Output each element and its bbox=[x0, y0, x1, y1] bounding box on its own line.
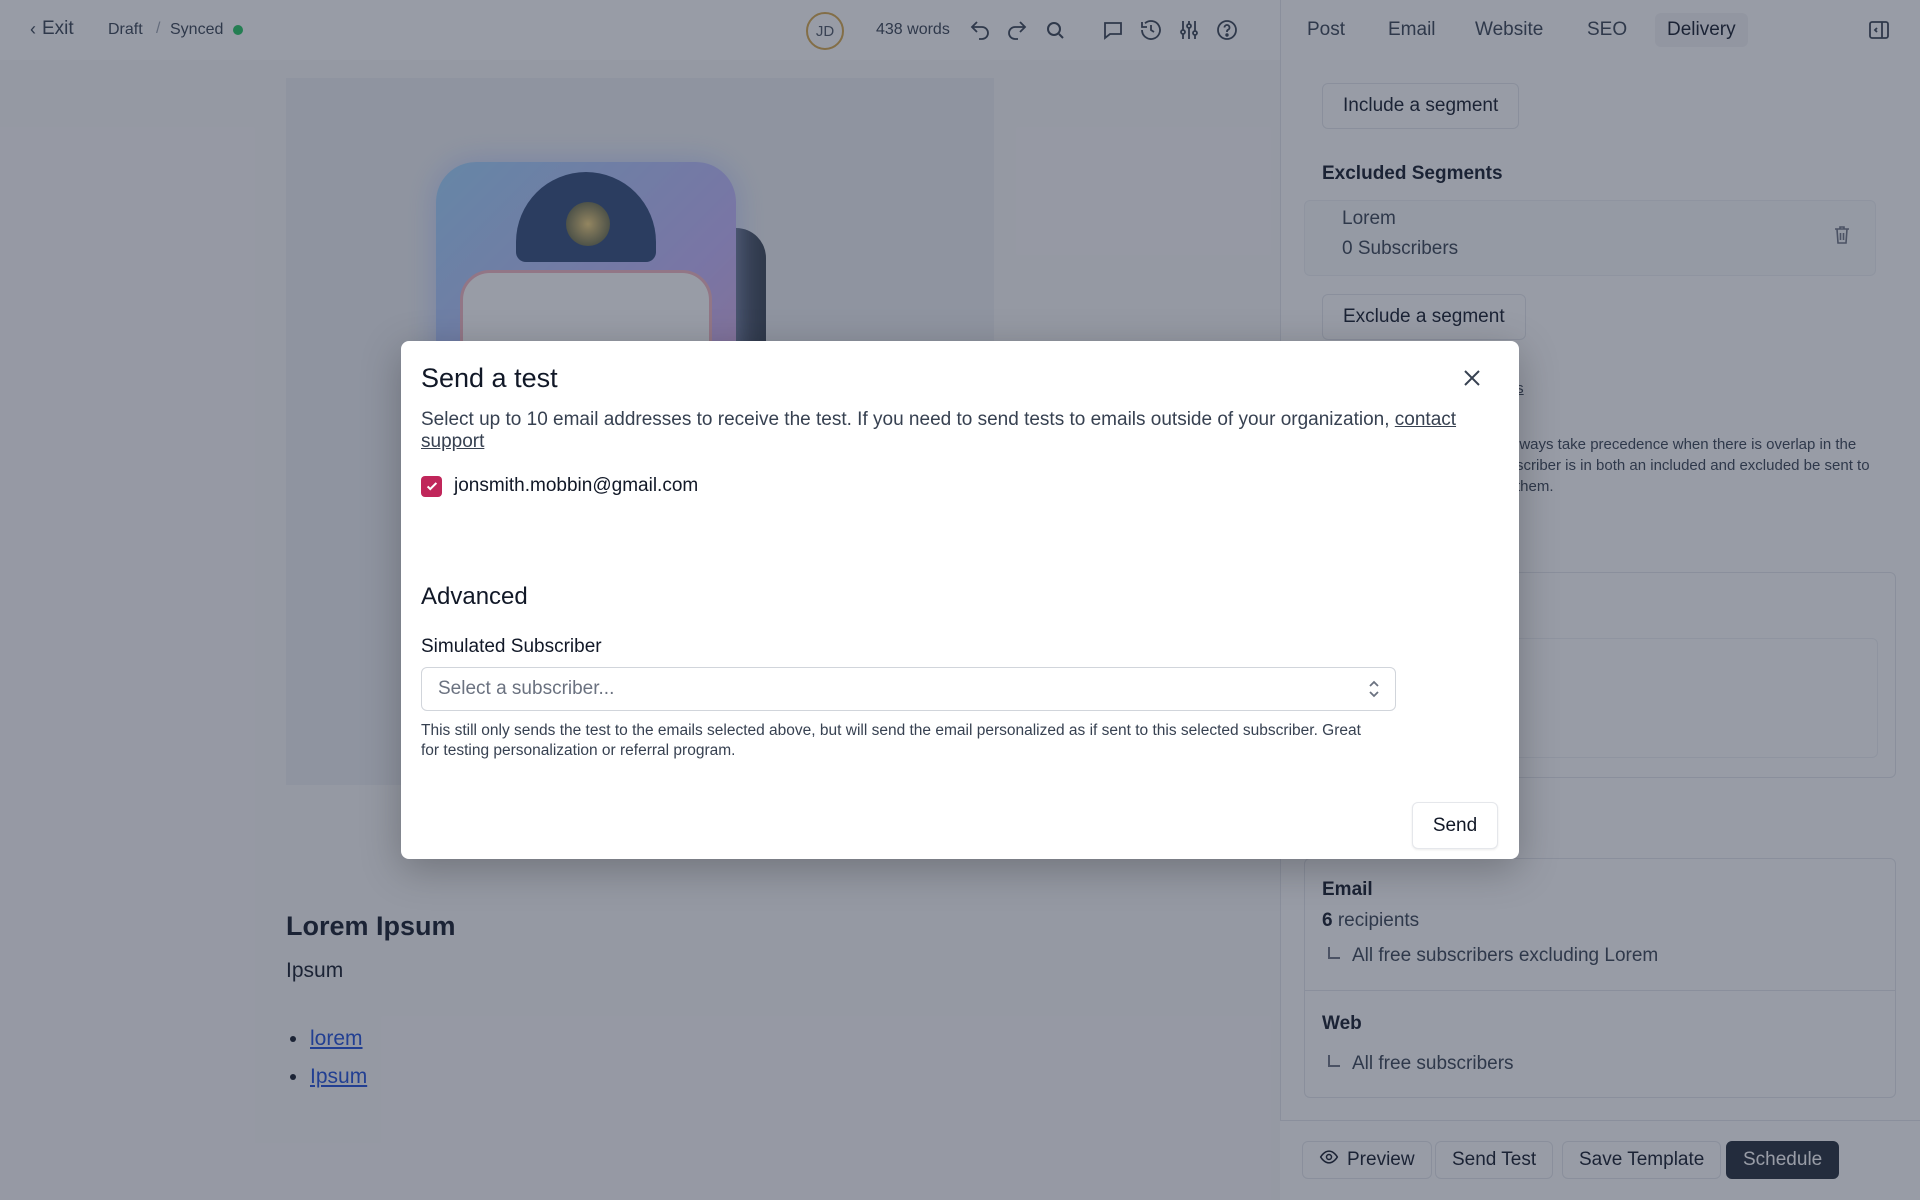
simulated-subscriber-label: Simulated Subscriber bbox=[421, 636, 602, 657]
check-icon bbox=[426, 482, 437, 491]
email-option-label: jonsmith.mobbin@gmail.com bbox=[454, 475, 699, 496]
advanced-heading: Advanced bbox=[421, 583, 528, 610]
send-button[interactable]: Send bbox=[1412, 802, 1498, 849]
simulated-help-text: This still only sends the test to the em… bbox=[421, 722, 1361, 759]
close-icon[interactable] bbox=[1462, 368, 1482, 388]
email-checkbox[interactable] bbox=[421, 475, 442, 497]
dialog-description: Select up to 10 email addresses to recei… bbox=[421, 409, 1519, 453]
subscriber-select[interactable]: Select a subscriber... bbox=[421, 667, 1396, 711]
dialog-title: Send a test bbox=[421, 363, 558, 393]
send-test-dialog: Send a test Select up to 10 email addres… bbox=[401, 341, 1519, 859]
chevron-updown-icon bbox=[1367, 678, 1381, 700]
subscriber-select-placeholder: Select a subscriber... bbox=[438, 678, 615, 699]
email-option-row[interactable]: jonsmith.mobbin@gmail.com bbox=[421, 475, 698, 497]
description-text: Select up to 10 email addresses to recei… bbox=[421, 409, 1390, 430]
